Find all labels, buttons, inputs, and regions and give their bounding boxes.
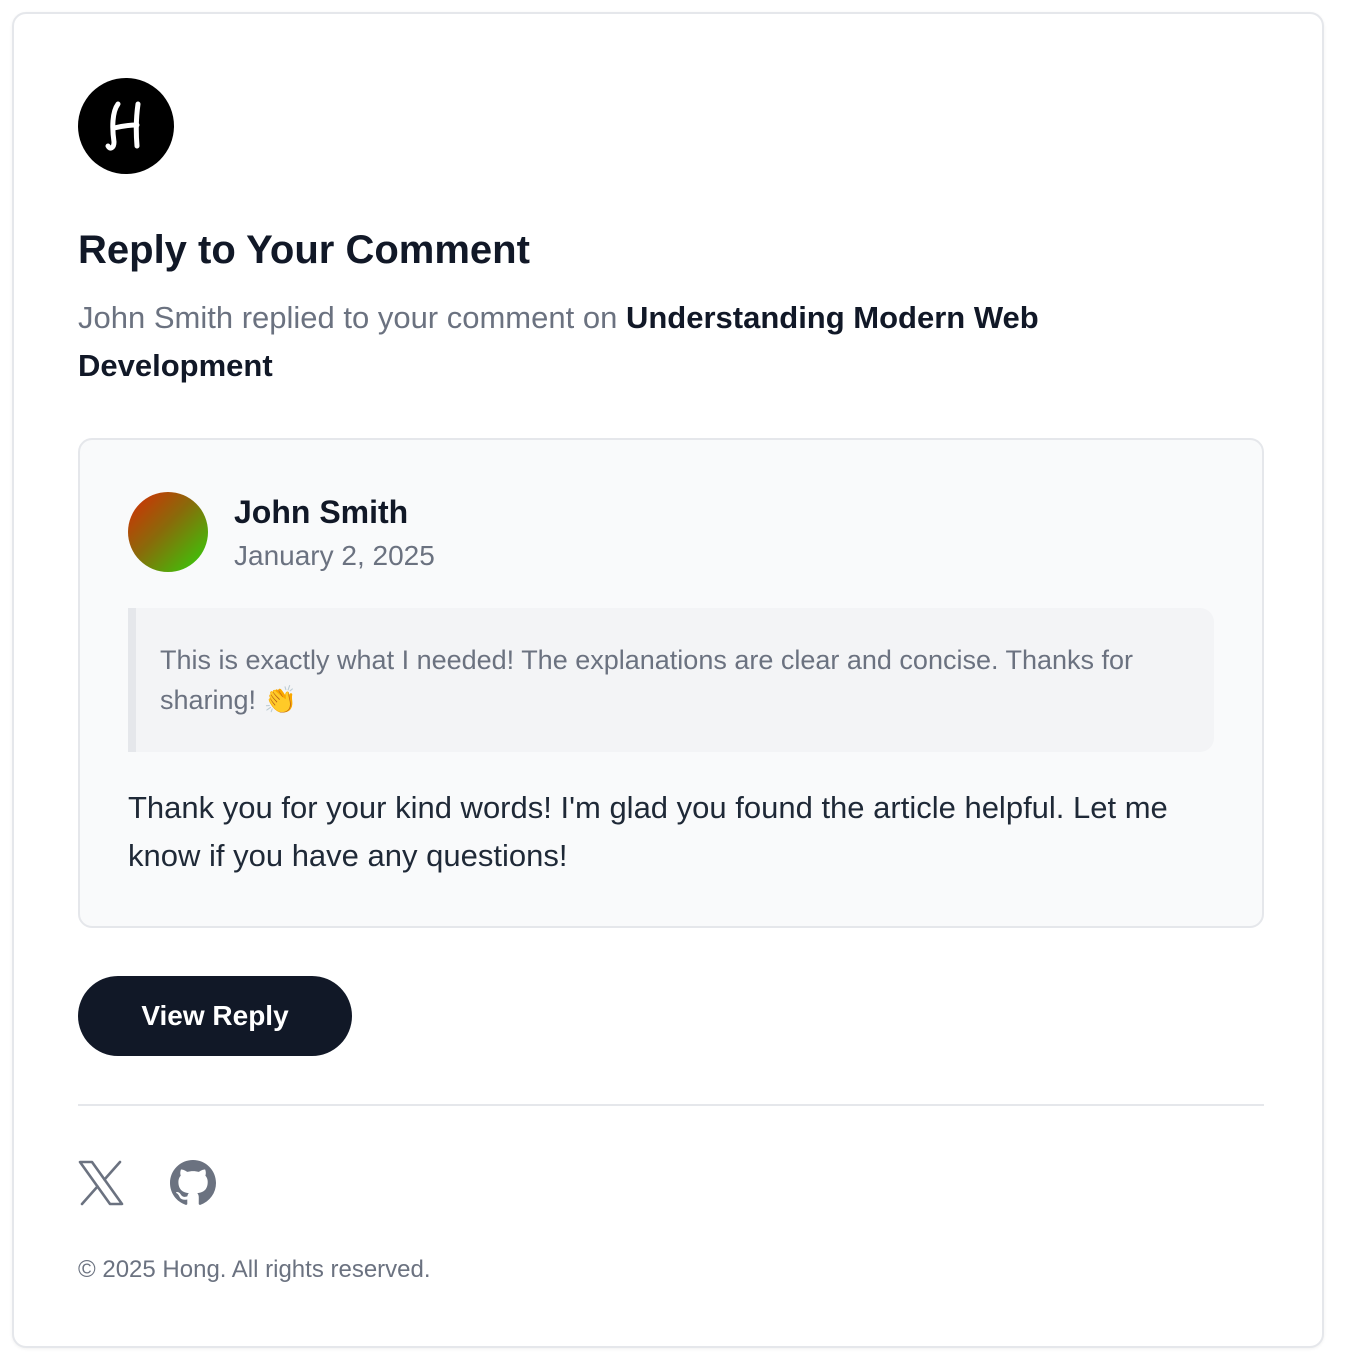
email-card: Reply to Your Comment John Smith replied… xyxy=(12,12,1324,1348)
logo-h-icon xyxy=(105,101,141,151)
avatar xyxy=(128,492,208,572)
original-comment-quote: This is exactly what I needed! The expla… xyxy=(128,608,1214,752)
page-title: Reply to Your Comment xyxy=(78,228,530,272)
original-comment-text: This is exactly what I needed! The expla… xyxy=(160,645,1134,715)
notification-subtitle: John Smith replied to your comment on Un… xyxy=(78,294,1178,390)
reply-text: Thank you for your kind words! I'm glad … xyxy=(128,790,1168,873)
x-icon[interactable] xyxy=(78,1160,124,1206)
comment-card: John Smith January 2, 2025 This is exact… xyxy=(78,438,1264,928)
footer-divider xyxy=(78,1104,1264,1106)
copyright-text: © 2025 Hong. All rights reserved. xyxy=(78,1256,431,1283)
comment-author-name: John Smith xyxy=(234,494,409,530)
subtitle-prefix: John Smith replied to your comment on xyxy=(78,300,618,335)
brand-logo xyxy=(78,78,174,174)
view-reply-button[interactable]: View Reply xyxy=(78,976,352,1056)
github-icon[interactable] xyxy=(170,1160,216,1206)
comment-date: January 2, 2025 xyxy=(234,540,435,571)
